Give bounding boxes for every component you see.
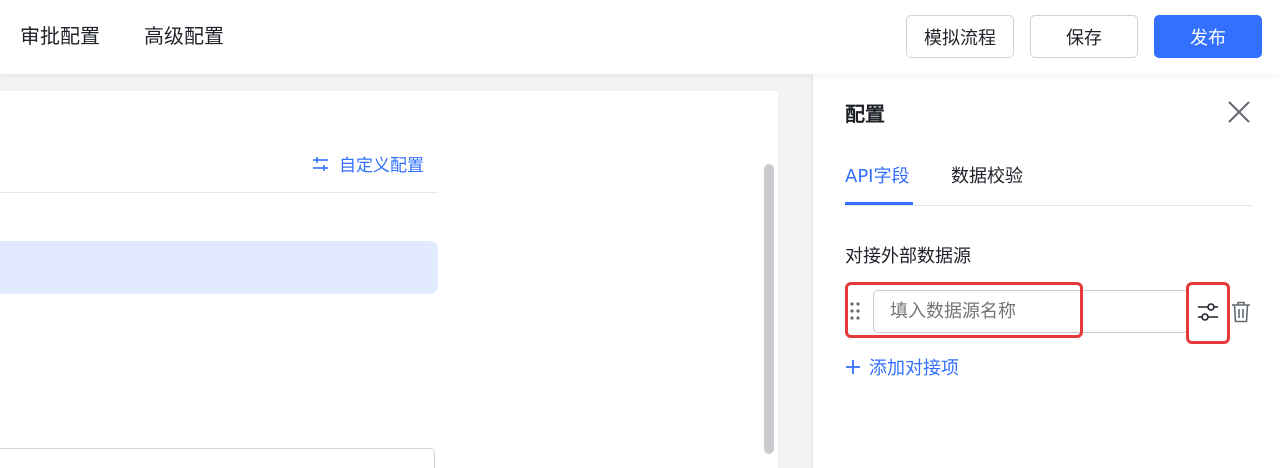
panel-title: 配置 — [845, 102, 885, 126]
custom-config-link[interactable]: 自定义配置 — [312, 151, 424, 176]
active-tab-indicator — [845, 202, 913, 205]
plus-icon — [846, 360, 860, 374]
adjust-icon — [313, 156, 328, 171]
config-panel: 配置 API字段 数据校验 对接外部数据源 添加对接项 — [812, 74, 1280, 468]
simulate-flow-button[interactable]: 模拟流程 — [906, 15, 1014, 58]
trash-icon[interactable] — [1231, 301, 1251, 323]
divider — [0, 192, 438, 193]
close-icon[interactable] — [1225, 98, 1253, 126]
tab-divider — [845, 205, 1253, 206]
form-canvas: 自定义配置 — [0, 74, 812, 468]
form-card: 自定义配置 — [0, 91, 778, 468]
settings-highlight-box — [1186, 282, 1230, 344]
section-label: 对接外部数据源 — [845, 246, 971, 267]
top-bar: 审批配置 高级配置 模拟流程 保存 发布 — [0, 0, 1280, 74]
tab-approval-config[interactable]: 审批配置 — [20, 22, 100, 50]
publish-button[interactable]: 发布 — [1154, 15, 1262, 58]
add-connection-item-button[interactable]: 添加对接项 — [845, 354, 959, 380]
form-input[interactable] — [0, 448, 435, 468]
tab-advanced-config[interactable]: 高级配置 — [144, 22, 224, 50]
custom-config-label: 自定义配置 — [339, 156, 424, 176]
info-bar — [0, 241, 438, 294]
save-button[interactable]: 保存 — [1030, 15, 1138, 58]
input-highlight-box — [845, 282, 1083, 338]
tab-data-validation[interactable]: 数据校验 — [951, 164, 1023, 190]
scrollbar[interactable] — [764, 164, 774, 454]
tab-api-fields[interactable]: API字段 — [845, 164, 909, 190]
add-item-label: 添加对接项 — [869, 358, 959, 379]
